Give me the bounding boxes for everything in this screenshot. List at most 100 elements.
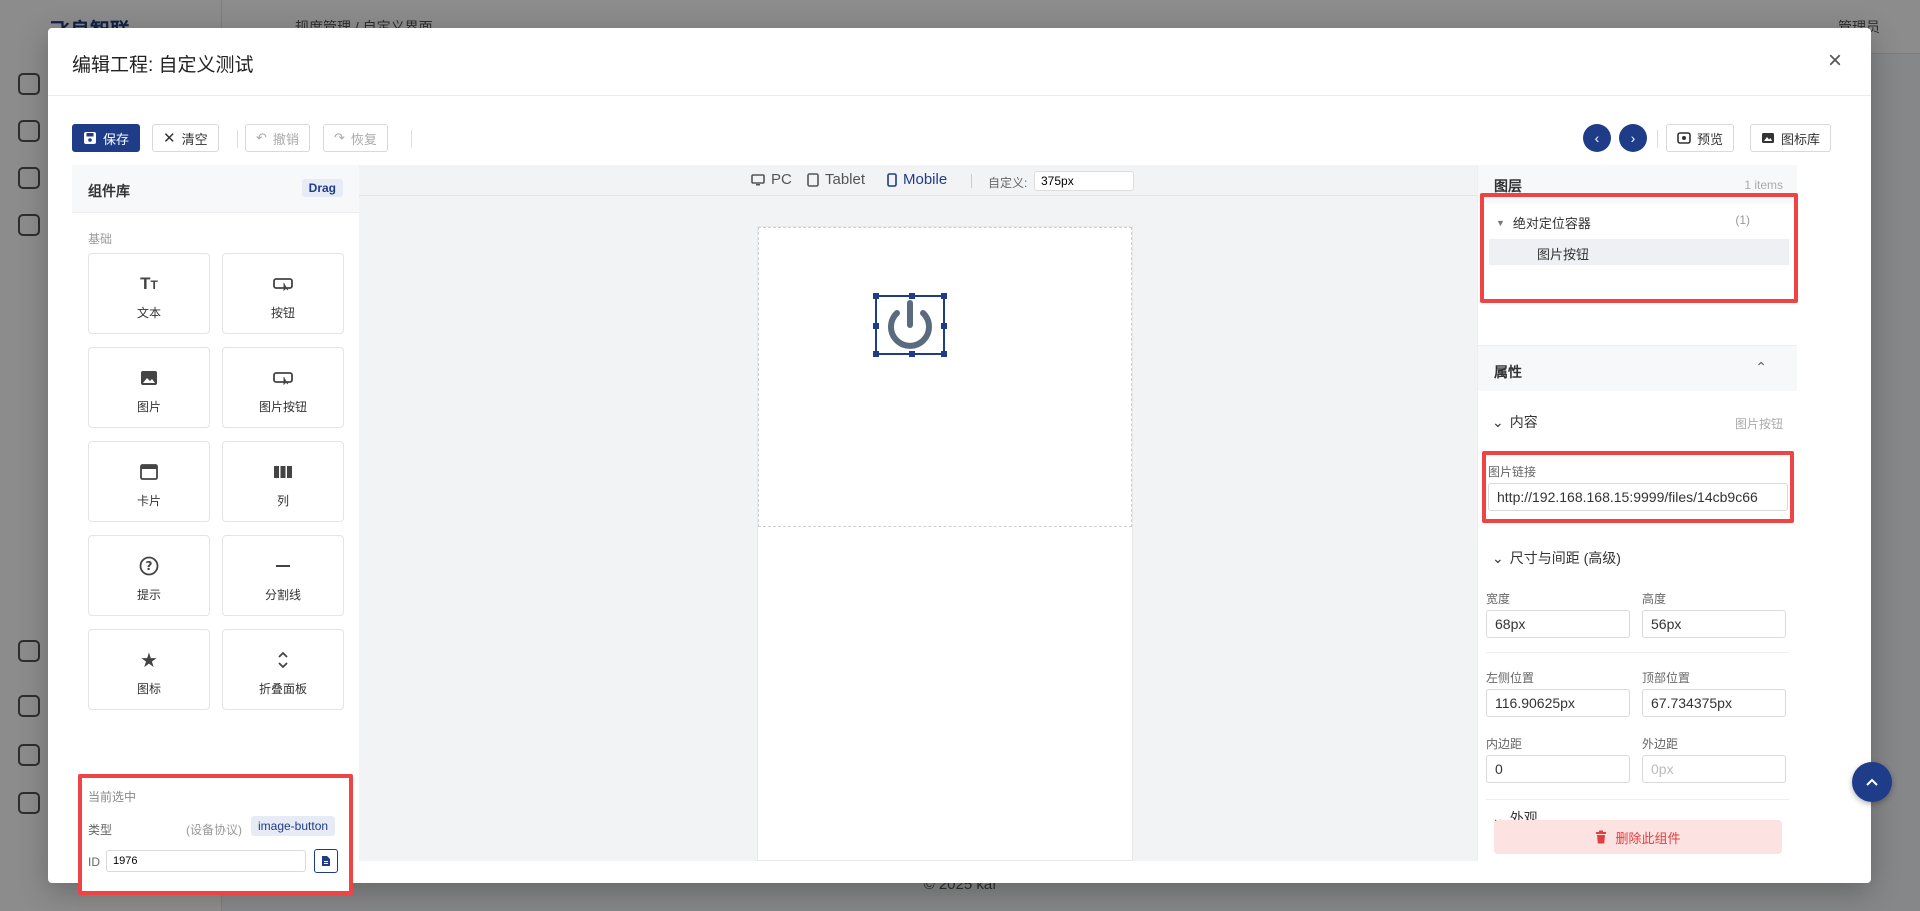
component-columns[interactable]: 列 bbox=[222, 441, 344, 522]
redo-button[interactable]: ↷ 恢复 bbox=[323, 124, 388, 152]
absolute-container[interactable] bbox=[758, 227, 1132, 527]
resize-handle[interactable] bbox=[941, 293, 947, 299]
padding-input[interactable] bbox=[1486, 755, 1630, 783]
preview-label: 预览 bbox=[1697, 131, 1724, 147]
component-button[interactable]: 按钮 bbox=[222, 253, 344, 334]
chevron-down-icon: ⌄ bbox=[1492, 413, 1504, 430]
width-label: 宽度 bbox=[1486, 592, 1511, 606]
height-label: 高度 bbox=[1642, 592, 1667, 606]
section-divider bbox=[1486, 799, 1789, 800]
copy-icon[interactable] bbox=[314, 849, 338, 873]
toolbar-divider bbox=[237, 130, 238, 148]
redo-label: 恢复 bbox=[350, 131, 377, 147]
id-label: ID bbox=[88, 855, 100, 869]
margin-input[interactable] bbox=[1642, 755, 1786, 783]
close-icon[interactable]: × bbox=[1823, 49, 1847, 74]
selected-image-button[interactable] bbox=[873, 293, 947, 357]
toolbar-divider bbox=[411, 130, 412, 148]
icon-library-button[interactable]: 图标库 bbox=[1750, 124, 1832, 152]
preview-icon bbox=[1677, 132, 1691, 144]
resize-handle[interactable] bbox=[909, 293, 915, 299]
scroll-top-icon[interactable] bbox=[1852, 762, 1892, 802]
icon-library-label: 图标库 bbox=[1781, 131, 1821, 147]
custom-width-input[interactable] bbox=[1034, 171, 1134, 191]
device-tablet[interactable]: Tablet bbox=[807, 171, 865, 188]
size-section-label: 尺寸与间距 (高级) bbox=[1509, 550, 1621, 566]
resize-handle[interactable] bbox=[873, 323, 879, 329]
mobile-icon bbox=[887, 172, 897, 187]
device-bar: PC Tablet Mobile 自定义: bbox=[359, 165, 1477, 196]
power-icon bbox=[888, 300, 932, 349]
next-icon[interactable]: › bbox=[1619, 124, 1647, 152]
component-icon[interactable]: ★ 图标 bbox=[88, 629, 210, 710]
device-pc[interactable]: PC bbox=[751, 171, 792, 188]
delete-component-button[interactable]: 删除此组件 bbox=[1494, 820, 1782, 854]
save-button[interactable]: 保存 bbox=[72, 124, 141, 152]
preview-button[interactable]: 预览 bbox=[1666, 124, 1735, 152]
image-url-input[interactable] bbox=[1488, 483, 1788, 511]
resize-handle[interactable] bbox=[873, 351, 879, 357]
component-label: 图片 bbox=[136, 400, 161, 414]
modal-header: 编辑工程: 自定义测试 × bbox=[48, 28, 1871, 96]
mobile-canvas[interactable] bbox=[757, 226, 1133, 861]
component-tooltip[interactable]: ? 提示 bbox=[88, 535, 210, 616]
component-library-panel: 组件库 Drag 基础 TT 文本 按钮 图片 图片按钮 卡片 列 ? 提示 分… bbox=[72, 165, 359, 895]
component-label: 列 bbox=[276, 494, 289, 508]
save-icon bbox=[84, 132, 96, 144]
resize-handle[interactable] bbox=[941, 351, 947, 357]
image-icon bbox=[1762, 133, 1774, 143]
component-image-button[interactable]: 图片按钮 bbox=[222, 347, 344, 428]
device-tablet-label: Tablet bbox=[825, 171, 866, 188]
component-card[interactable]: 卡片 bbox=[88, 441, 210, 522]
collapse-all-icon[interactable]: ⌃ bbox=[1755, 359, 1767, 376]
device-divider bbox=[971, 174, 972, 188]
button-icon bbox=[223, 274, 343, 294]
component-label: 文本 bbox=[136, 306, 161, 320]
component-label: 卡片 bbox=[136, 494, 161, 508]
layer-parent-item[interactable]: ▼ 绝对定位容器 bbox=[1496, 213, 1591, 232]
device-mobile[interactable]: Mobile bbox=[887, 171, 947, 188]
caret-down-icon: ▼ bbox=[1496, 217, 1505, 228]
component-label: 图标 bbox=[136, 682, 161, 696]
design-canvas-area: PC Tablet Mobile 自定义: bbox=[359, 165, 1477, 861]
layer-child-item[interactable]: 图片按钮 bbox=[1489, 239, 1789, 265]
component-image[interactable]: 图片 bbox=[88, 347, 210, 428]
size-section-toggle[interactable]: ⌄ 尺寸与间距 (高级) bbox=[1492, 548, 1621, 568]
content-section-toggle[interactable]: ⌄ 内容 bbox=[1492, 412, 1538, 432]
clear-button[interactable]: ✕ 清空 bbox=[152, 124, 219, 152]
component-text[interactable]: TT 文本 bbox=[88, 253, 210, 334]
image-url-label: 图片链接 bbox=[1488, 465, 1537, 479]
drag-badge: Drag bbox=[301, 179, 343, 197]
left-position-input[interactable] bbox=[1486, 689, 1630, 717]
margin-label: 外边距 bbox=[1642, 737, 1679, 751]
type-tag: image-button bbox=[251, 816, 336, 836]
chevron-down-icon: ⌄ bbox=[1492, 549, 1504, 566]
height-input[interactable] bbox=[1642, 610, 1786, 638]
layers-count: 1 items bbox=[1744, 178, 1783, 192]
component-library-title: 组件库 bbox=[88, 183, 130, 199]
undo-label: 撤销 bbox=[272, 131, 299, 147]
resize-handle[interactable] bbox=[941, 323, 947, 329]
image-icon bbox=[89, 368, 209, 388]
component-label: 提示 bbox=[136, 588, 161, 602]
section-basic-label: 基础 bbox=[88, 232, 113, 246]
component-label: 按钮 bbox=[270, 306, 295, 320]
editor-toolbar: 保存 ✕ 清空 ↶ 撤销 ↷ 恢复 ‹ › 预览 图标库 bbox=[72, 124, 1847, 154]
type-label: 类型 bbox=[88, 823, 113, 837]
id-field[interactable] bbox=[106, 850, 306, 872]
top-position-input[interactable] bbox=[1642, 689, 1786, 717]
width-input[interactable] bbox=[1486, 610, 1630, 638]
edit-project-modal: 编辑工程: 自定义测试 × 保存 ✕ 清空 ↶ 撤销 ↷ 恢复 ‹ › 预览 图… bbox=[48, 28, 1871, 895]
help-icon: ? bbox=[89, 556, 209, 576]
resize-handle[interactable] bbox=[873, 293, 879, 299]
component-collapse[interactable]: 折叠面板 bbox=[222, 629, 344, 710]
device-pc-label: PC bbox=[771, 171, 792, 188]
component-divider[interactable]: 分割线 bbox=[222, 535, 344, 616]
resize-handle[interactable] bbox=[909, 351, 915, 357]
layer-parent-count: (1) bbox=[1735, 213, 1750, 227]
modal-title: 编辑工程: 自定义测试 bbox=[72, 55, 254, 76]
component-label: 折叠面板 bbox=[258, 682, 307, 696]
undo-button[interactable]: ↶ 撤销 bbox=[245, 124, 310, 152]
prev-icon[interactable]: ‹ bbox=[1583, 124, 1611, 152]
layers-properties-panel: 图层 1 items ▼ 绝对定位容器 (1) 图片按钮 属性 ⌃ ⌄ 内容 图… bbox=[1477, 165, 1798, 861]
